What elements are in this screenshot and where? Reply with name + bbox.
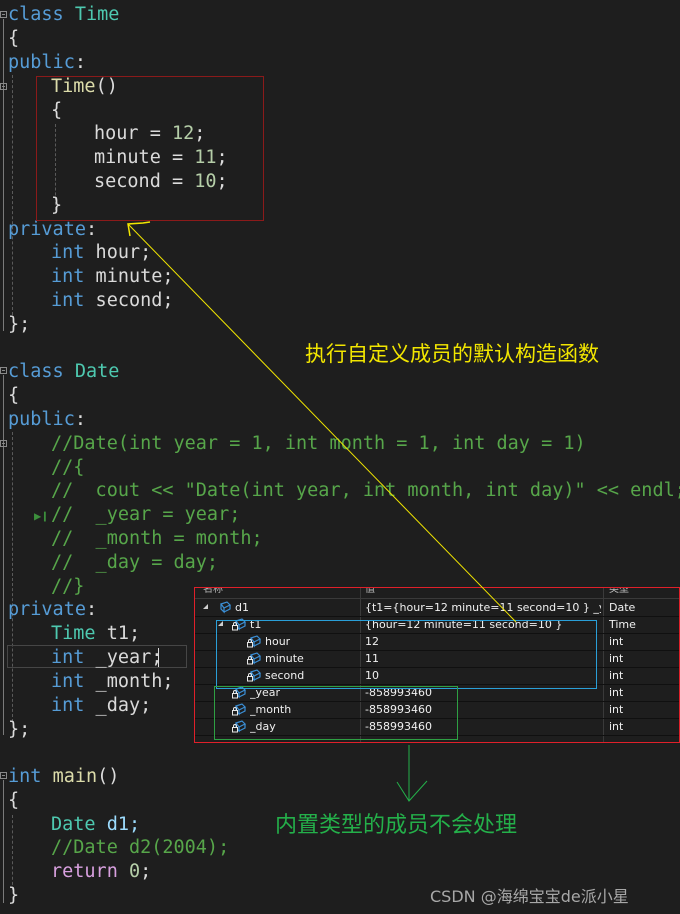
annotation-arrows [127,221,517,802]
custom-ctor-annotation: 执行自定义成员的默认构造函数 [305,342,599,366]
yellow-arrow-line [127,223,517,623]
builtin-annotation: 内置类型的成员不会处理 [275,813,518,838]
watermark: CSDN @海绵宝宝de派小星 [430,887,629,906]
yellow-arrow-head [127,221,151,237]
green-arrow-head [396,780,428,802]
